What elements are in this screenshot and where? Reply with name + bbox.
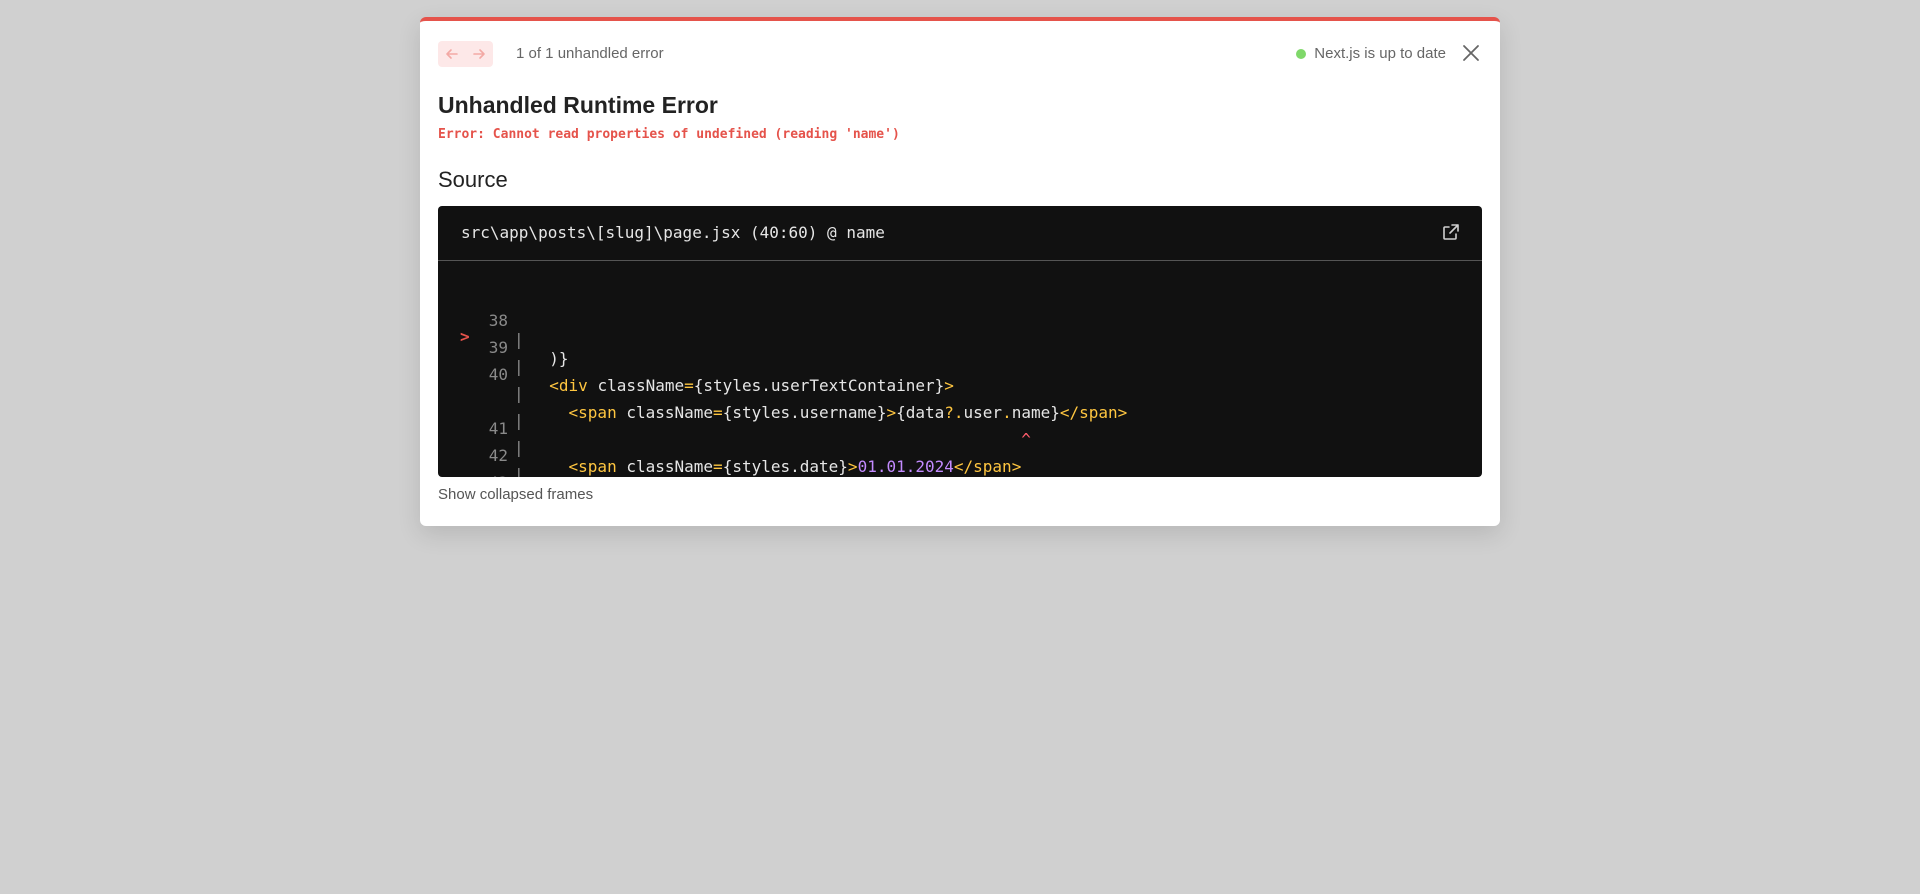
code-line: 38 | )}: [438, 273, 1482, 368]
show-collapsed-frames-button[interactable]: Show collapsed frames: [438, 486, 593, 503]
status-text: Next.js is up to date: [1314, 45, 1446, 62]
next-error-button[interactable]: [465, 41, 492, 67]
error-count: 1 of 1 unhandled error: [516, 45, 664, 62]
code-line: 41 | <span className={styles.date}>01.01…: [438, 381, 1482, 476]
code-frame: src\app\posts\[slug]\page.jsx (40:60) @ …: [438, 206, 1482, 477]
code-line-caret: | ^: [438, 354, 1482, 449]
error-marker: >: [460, 327, 470, 346]
version-status: Next.js is up to date: [1296, 45, 1446, 62]
backdrop: 1 of 1 unhandled error Next.js is up to …: [0, 0, 1920, 894]
source-heading: Source: [438, 167, 508, 192]
code-line-error: > 40 | <span className={styles.username}…: [438, 327, 1482, 422]
code-frame-header: src\app\posts\[slug]\page.jsx (40:60) @ …: [438, 206, 1482, 261]
error-title: Unhandled Runtime Error: [438, 92, 718, 118]
error-navigation: [438, 41, 493, 67]
code-line: 43 | </div>: [438, 435, 1482, 477]
arrow-right-icon: [472, 49, 485, 59]
previous-error-button[interactable]: [438, 41, 465, 67]
error-message: Error: Cannot read properties of undefin…: [438, 127, 900, 142]
close-icon: [1463, 45, 1479, 61]
open-in-editor-icon[interactable]: [1442, 223, 1460, 241]
status-dot-icon: [1296, 48, 1307, 59]
code-lines: 38 | )} 39 | <div className={styles.user…: [438, 273, 1482, 477]
file-path: src\app\posts\[slug]\page.jsx (40:60) @ …: [461, 223, 885, 242]
error-dialog: 1 of 1 unhandled error Next.js is up to …: [420, 17, 1500, 526]
line-number: 43: [478, 473, 508, 477]
close-button[interactable]: [1460, 42, 1482, 64]
code-line: 42 | </div>: [438, 408, 1482, 477]
arrow-left-icon: [445, 49, 458, 59]
code-line: 39 | <div className={styles.userTextCont…: [438, 300, 1482, 395]
dialog-topbar: 1 of 1 unhandled error Next.js is up to …: [438, 41, 1482, 67]
